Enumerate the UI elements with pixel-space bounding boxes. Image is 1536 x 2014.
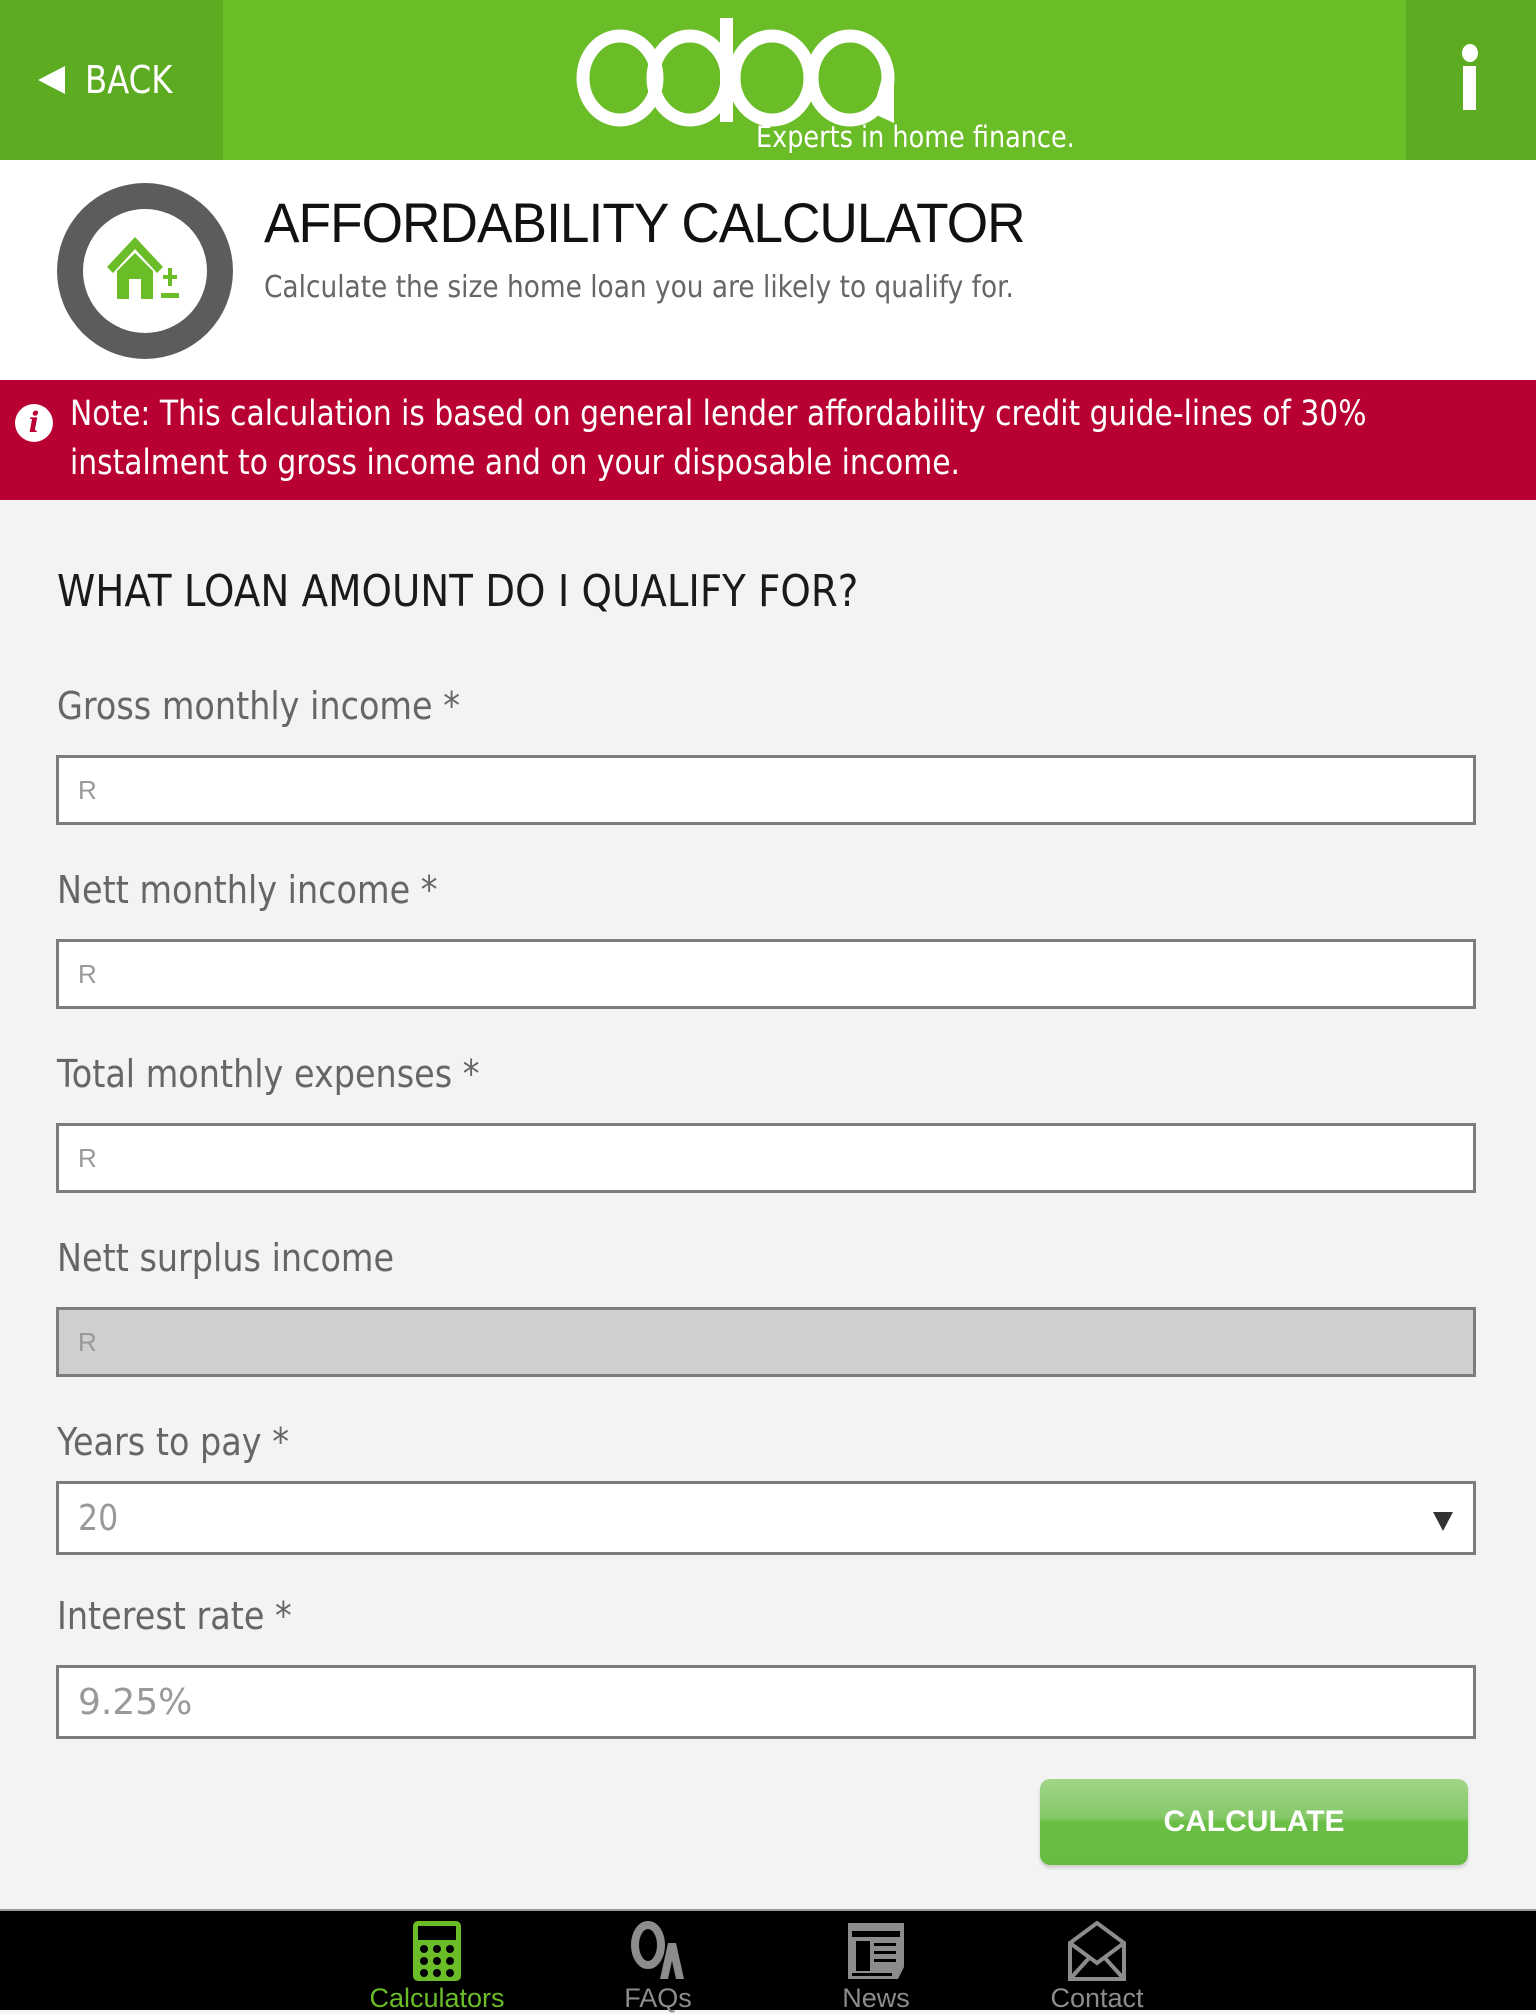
- nett-income-input[interactable]: [56, 939, 1476, 1009]
- years-select[interactable]: 20: [56, 1481, 1476, 1555]
- info-icon: [1462, 44, 1478, 62]
- info-button[interactable]: [1406, 0, 1536, 160]
- page-title: AFFORDABILITY CALCULATOR: [264, 191, 1026, 254]
- tab-news[interactable]: News: [796, 1911, 956, 2013]
- calculate-button[interactable]: CALCULATE: [1040, 1779, 1468, 1865]
- calculator-header: AFFORDABILITY CALCULATOR Calculate the s…: [0, 160, 1536, 380]
- tab-label: News: [842, 1983, 910, 2013]
- tab-calculators[interactable]: Calculators: [357, 1911, 517, 2013]
- calculator-icon: [413, 1921, 461, 1981]
- back-arrow-icon: [38, 66, 65, 94]
- gross-income-input[interactable]: [56, 755, 1476, 825]
- years-label: Years to pay *: [57, 1420, 289, 1464]
- tab-label: Contact: [1050, 1983, 1144, 2013]
- page-subtitle: Calculate the size home loan you are lik…: [264, 270, 1014, 305]
- tagline: Experts in home finance.: [756, 120, 1075, 154]
- badge-inner: [83, 209, 207, 333]
- newspaper-icon: [848, 1923, 904, 1979]
- info-circle-icon: i: [15, 404, 53, 442]
- note-banner: i Note: This calculation is based on gen…: [0, 380, 1536, 500]
- tab-faqs[interactable]: FAQs: [578, 1911, 738, 2013]
- surplus-label: Nett surplus income: [57, 1236, 395, 1280]
- tab-bar: Calculators FAQs News Contact: [0, 1909, 1536, 2013]
- back-button[interactable]: BACK: [0, 0, 223, 160]
- dropdown-arrow-icon: [1433, 1512, 1453, 1531]
- tab-label: FAQs: [624, 1983, 692, 2013]
- expenses-input[interactable]: [56, 1123, 1476, 1193]
- tab-label: Calculators: [369, 1983, 505, 2013]
- note-text: Note: This calculation is based on gener…: [70, 394, 1367, 483]
- info-icon-stem: [1463, 66, 1476, 110]
- gross-income-label: Gross monthly income *: [57, 684, 460, 728]
- years-value: 20: [78, 1498, 119, 1539]
- ooba-logo: [576, 18, 895, 127]
- rate-label: Interest rate *: [57, 1594, 292, 1638]
- qa-icon: [631, 1921, 684, 1979]
- nett-income-label: Nett monthly income *: [57, 868, 438, 912]
- surplus-input: [56, 1307, 1476, 1377]
- house-plus-minus-icon: [107, 237, 179, 299]
- envelope-icon: [1068, 1921, 1126, 1981]
- back-label: BACK: [85, 58, 173, 102]
- expenses-label: Total monthly expenses *: [57, 1052, 480, 1096]
- section-title: WHAT LOAN AMOUNT DO I QUALIFY FOR?: [57, 566, 859, 617]
- tab-contact[interactable]: Contact: [1017, 1911, 1177, 2013]
- top-bar: BACK Experts in home finance.: [0, 0, 1536, 160]
- calculator-badge: [57, 183, 233, 359]
- rate-input[interactable]: [56, 1665, 1476, 1739]
